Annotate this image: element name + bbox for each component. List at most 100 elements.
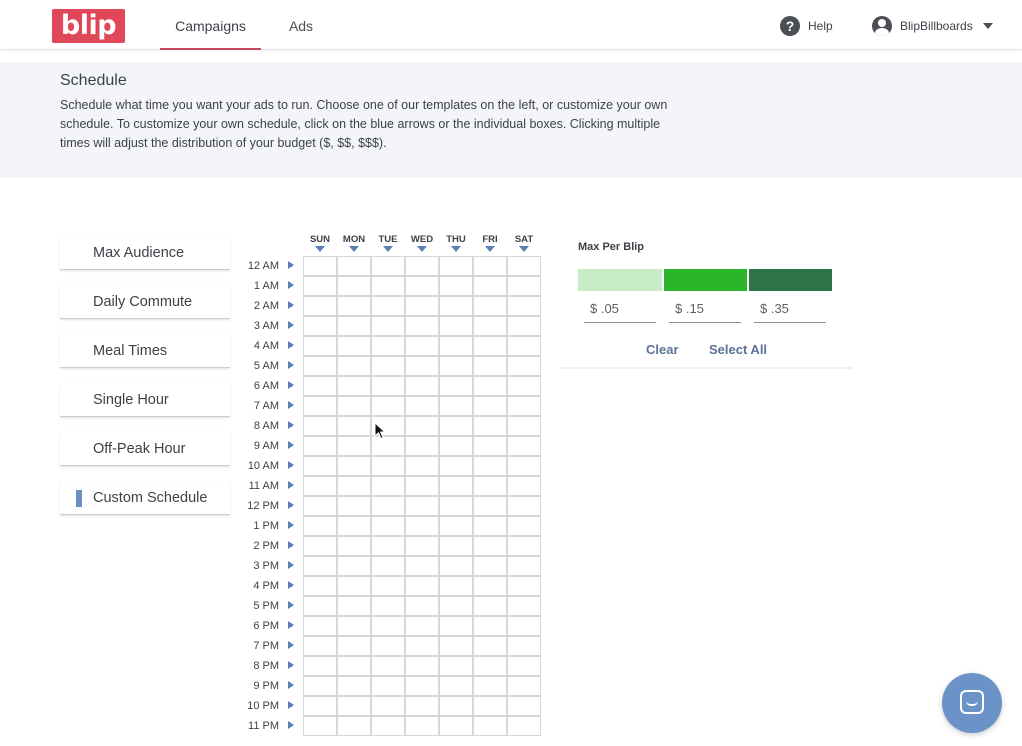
- hour-select-arrow-icon[interactable]: [288, 600, 294, 609]
- hour-select-arrow-icon[interactable]: [288, 420, 294, 429]
- schedule-cell[interactable]: [507, 436, 541, 456]
- schedule-cell[interactable]: [507, 536, 541, 556]
- schedule-cell[interactable]: [439, 316, 473, 336]
- schedule-cell[interactable]: [371, 256, 405, 276]
- schedule-cell[interactable]: [337, 356, 371, 376]
- schedule-cell[interactable]: [405, 376, 439, 396]
- schedule-cell[interactable]: [507, 376, 541, 396]
- schedule-cell[interactable]: [507, 336, 541, 356]
- hour-select-arrow-icon[interactable]: [288, 280, 294, 289]
- schedule-cell[interactable]: [337, 596, 371, 616]
- hour-select-arrow-icon[interactable]: [288, 380, 294, 389]
- schedule-cell[interactable]: [337, 636, 371, 656]
- schedule-cell[interactable]: [473, 536, 507, 556]
- schedule-cell[interactable]: [371, 356, 405, 376]
- schedule-cell[interactable]: [473, 336, 507, 356]
- schedule-cell[interactable]: [473, 356, 507, 376]
- schedule-cell[interactable]: [473, 396, 507, 416]
- hour-select-arrow-icon[interactable]: [288, 300, 294, 309]
- schedule-cell[interactable]: [337, 316, 371, 336]
- schedule-cell[interactable]: [371, 376, 405, 396]
- schedule-cell[interactable]: [371, 536, 405, 556]
- schedule-cell[interactable]: [507, 716, 541, 736]
- day-select-arrow-icon[interactable]: [383, 246, 393, 252]
- schedule-cell[interactable]: [473, 496, 507, 516]
- schedule-cell[interactable]: [439, 396, 473, 416]
- schedule-cell[interactable]: [303, 576, 337, 596]
- schedule-cell[interactable]: [371, 296, 405, 316]
- schedule-cell[interactable]: [303, 536, 337, 556]
- schedule-cell[interactable]: [439, 556, 473, 576]
- schedule-cell[interactable]: [507, 276, 541, 296]
- schedule-cell[interactable]: [405, 496, 439, 516]
- schedule-cell[interactable]: [473, 376, 507, 396]
- schedule-cell[interactable]: [473, 656, 507, 676]
- schedule-cell[interactable]: [405, 456, 439, 476]
- schedule-cell[interactable]: [439, 656, 473, 676]
- schedule-cell[interactable]: [337, 296, 371, 316]
- schedule-cell[interactable]: [337, 256, 371, 276]
- price-high-field[interactable]: $ .35: [754, 300, 826, 323]
- day-select-arrow-icon[interactable]: [485, 246, 495, 252]
- schedule-cell[interactable]: [405, 256, 439, 276]
- schedule-cell[interactable]: [337, 696, 371, 716]
- schedule-cell[interactable]: [473, 516, 507, 536]
- schedule-cell[interactable]: [337, 456, 371, 476]
- schedule-cell[interactable]: [405, 436, 439, 456]
- schedule-cell[interactable]: [337, 276, 371, 296]
- schedule-cell[interactable]: [371, 656, 405, 676]
- schedule-cell[interactable]: [303, 656, 337, 676]
- schedule-cell[interactable]: [371, 636, 405, 656]
- schedule-cell[interactable]: [337, 436, 371, 456]
- schedule-cell[interactable]: [405, 276, 439, 296]
- hour-select-arrow-icon[interactable]: [288, 460, 294, 469]
- schedule-cell[interactable]: [303, 396, 337, 416]
- schedule-cell[interactable]: [337, 576, 371, 596]
- schedule-cell[interactable]: [371, 496, 405, 516]
- hour-select-arrow-icon[interactable]: [288, 720, 294, 729]
- schedule-cell[interactable]: [303, 436, 337, 456]
- schedule-cell[interactable]: [507, 516, 541, 536]
- tab-campaigns[interactable]: Campaigns: [160, 0, 261, 50]
- schedule-cell[interactable]: [507, 416, 541, 436]
- hour-select-arrow-icon[interactable]: [288, 680, 294, 689]
- schedule-cell[interactable]: [507, 476, 541, 496]
- schedule-cell[interactable]: [337, 616, 371, 636]
- schedule-cell[interactable]: [439, 636, 473, 656]
- schedule-cell[interactable]: [473, 476, 507, 496]
- schedule-cell[interactable]: [371, 516, 405, 536]
- schedule-cell[interactable]: [337, 336, 371, 356]
- schedule-cell[interactable]: [405, 656, 439, 676]
- hour-select-arrow-icon[interactable]: [288, 400, 294, 409]
- day-select-arrow-icon[interactable]: [451, 246, 461, 252]
- schedule-cell[interactable]: [507, 656, 541, 676]
- day-select-arrow-icon[interactable]: [349, 246, 359, 252]
- hour-select-arrow-icon[interactable]: [288, 500, 294, 509]
- schedule-cell[interactable]: [303, 476, 337, 496]
- hour-select-arrow-icon[interactable]: [288, 520, 294, 529]
- schedule-cell[interactable]: [405, 476, 439, 496]
- schedule-cell[interactable]: [303, 676, 337, 696]
- schedule-cell[interactable]: [507, 296, 541, 316]
- schedule-cell[interactable]: [405, 576, 439, 596]
- schedule-cell[interactable]: [371, 396, 405, 416]
- day-select-arrow-icon[interactable]: [417, 246, 427, 252]
- day-select-arrow-icon[interactable]: [315, 246, 325, 252]
- day-select-arrow-icon[interactable]: [519, 246, 529, 252]
- schedule-cell[interactable]: [371, 616, 405, 636]
- hour-select-arrow-icon[interactable]: [288, 580, 294, 589]
- schedule-cell[interactable]: [371, 596, 405, 616]
- schedule-cell[interactable]: [303, 376, 337, 396]
- schedule-cell[interactable]: [507, 696, 541, 716]
- schedule-cell[interactable]: [405, 636, 439, 656]
- schedule-cell[interactable]: [405, 416, 439, 436]
- hour-select-arrow-icon[interactable]: [288, 620, 294, 629]
- schedule-cell[interactable]: [405, 696, 439, 716]
- schedule-cell[interactable]: [405, 596, 439, 616]
- hour-select-arrow-icon[interactable]: [288, 700, 294, 709]
- template-custom-schedule[interactable]: Custom Schedule: [60, 481, 230, 515]
- schedule-cell[interactable]: [405, 516, 439, 536]
- schedule-cell[interactable]: [439, 356, 473, 376]
- schedule-cell[interactable]: [303, 416, 337, 436]
- hour-select-arrow-icon[interactable]: [288, 540, 294, 549]
